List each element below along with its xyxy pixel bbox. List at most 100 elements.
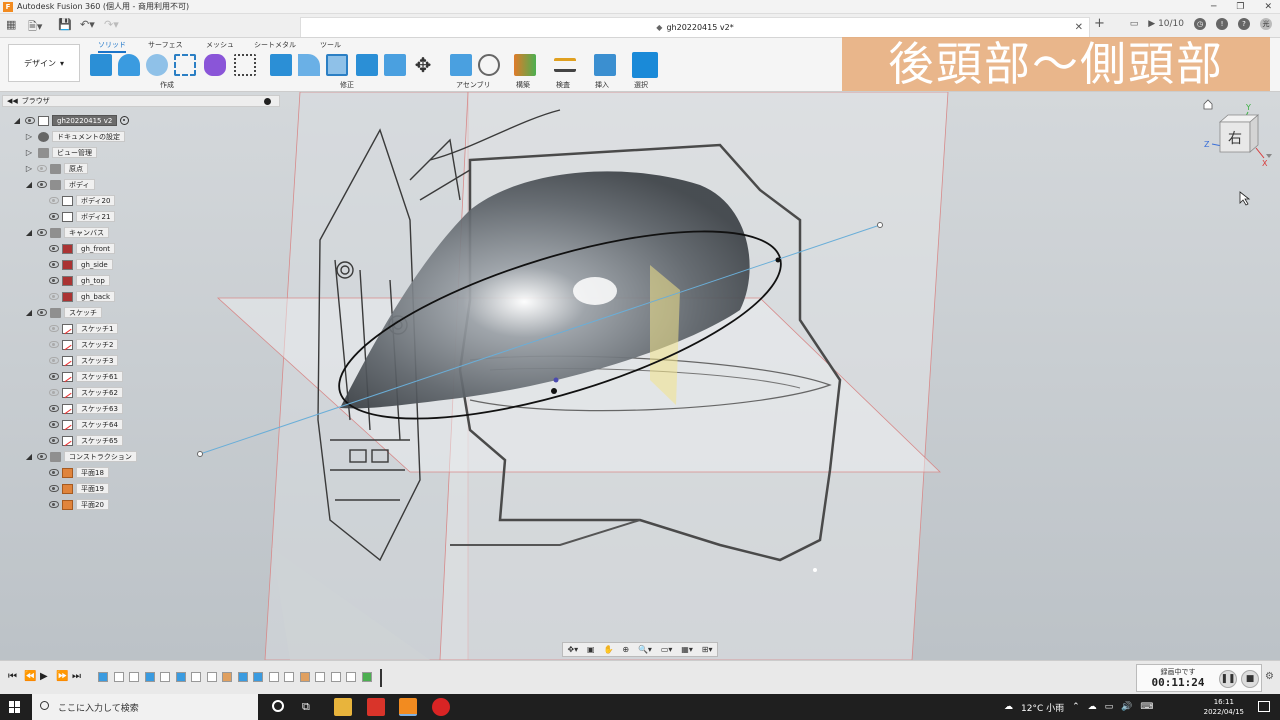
activate-radio-icon[interactable] xyxy=(120,116,130,125)
chat-icon[interactable]: ▭ xyxy=(1130,19,1139,29)
close-tab-icon[interactable]: ✕ xyxy=(1075,22,1083,33)
browser-node-gh-top[interactable]: gh_top xyxy=(46,274,110,287)
timeline-feature-icon[interactable] xyxy=(144,672,155,682)
pan-icon[interactable]: ✋ xyxy=(604,645,614,654)
curve-point[interactable] xyxy=(553,377,559,383)
revolve-icon[interactable] xyxy=(146,54,168,76)
tab-surface[interactable]: サーフェス xyxy=(148,40,183,50)
visibility-eye-icon[interactable] xyxy=(49,341,59,348)
select-icon[interactable] xyxy=(632,52,658,78)
fillet-icon[interactable] xyxy=(298,54,320,76)
undo-icon[interactable]: ↶▾ xyxy=(80,18,95,31)
browser-node-plane18[interactable]: 平面18 xyxy=(46,466,109,479)
viewcube-side-face[interactable] xyxy=(1249,114,1259,153)
taskbar-clock[interactable]: 16:11 2022/04/15 xyxy=(1204,697,1244,717)
expand-toggle-icon[interactable]: ▷ xyxy=(24,132,34,141)
split-icon[interactable] xyxy=(384,54,406,76)
timeline-feature-icon[interactable] xyxy=(222,672,232,682)
browser-pin-icon[interactable] xyxy=(264,98,271,105)
action-center-icon[interactable] xyxy=(1258,701,1270,712)
clock-icon[interactable]: ◷ xyxy=(1194,18,1206,30)
axis-endpoint-end[interactable] xyxy=(877,222,883,228)
document-tab[interactable]: ◆ gh20220415 v2* ✕ xyxy=(300,17,1090,37)
new-component-icon[interactable] xyxy=(90,54,112,76)
office-icon[interactable] xyxy=(367,698,385,716)
timeline-feature-icon[interactable] xyxy=(284,672,294,682)
extrude-icon[interactable] xyxy=(118,54,140,76)
notification-icon[interactable]: ! xyxy=(1216,18,1228,30)
combine-icon[interactable] xyxy=(356,54,378,76)
group-inspect[interactable]: 検査 xyxy=(556,80,570,90)
browser-node-plane20[interactable]: 平面20 xyxy=(46,498,109,511)
visibility-eye-icon[interactable] xyxy=(49,293,59,300)
zoom-window-icon[interactable]: ⊕ xyxy=(622,645,629,654)
visibility-eye-icon[interactable] xyxy=(49,325,59,332)
tray-overflow-icon[interactable]: ⌃ xyxy=(1072,702,1080,712)
expand-toggle-icon[interactable]: ▷ xyxy=(24,164,34,173)
shell-icon[interactable] xyxy=(326,54,348,76)
timeline-feature-icon[interactable] xyxy=(330,672,341,682)
timeline-feature-icon[interactable] xyxy=(299,672,310,682)
timeline-feature-icon[interactable] xyxy=(175,672,186,682)
expand-toggle-icon[interactable]: ◢ xyxy=(12,116,22,125)
browser-node-gh-back[interactable]: gh_back xyxy=(46,290,116,303)
look-at-icon[interactable]: ▣ xyxy=(587,645,595,654)
visibility-eye-icon[interactable] xyxy=(37,181,47,188)
insert-image-icon[interactable] xyxy=(594,54,616,76)
timeline-prev-icon[interactable]: ⏪ xyxy=(24,671,36,682)
viewports-icon[interactable]: ⊞▾ xyxy=(702,645,713,654)
browser-node-canvases[interactable]: ◢ キャンバス xyxy=(24,226,109,239)
pause-recording-button[interactable]: ❚❚ xyxy=(1219,670,1237,688)
home-view-icon[interactable] xyxy=(1203,99,1213,110)
recorder-app-icon[interactable] xyxy=(432,698,450,716)
job-status[interactable]: ▶ 10/10 xyxy=(1148,19,1184,29)
cloud-sync-icon[interactable]: ☁ xyxy=(1088,702,1097,712)
timeline-feature-icon[interactable] xyxy=(253,672,263,682)
file-explorer-icon[interactable] xyxy=(334,698,352,716)
move-icon[interactable]: ✥ xyxy=(412,54,434,76)
zoom-icon[interactable]: 🔍▾ xyxy=(638,645,652,654)
browser-node-gh-front[interactable]: gh_front xyxy=(46,242,116,255)
timeline-feature-icon[interactable] xyxy=(113,672,124,682)
grid-settings-icon[interactable]: ▦▾ xyxy=(681,645,693,654)
browser-node-sketch2[interactable]: スケッチ2 xyxy=(46,338,119,351)
group-insert[interactable]: 挿入 xyxy=(595,80,609,90)
browser-node-body20[interactable]: ボディ20 xyxy=(46,194,116,207)
weather-cloud-icon[interactable]: ☁ xyxy=(1004,702,1013,712)
timeline-feature-icon[interactable] xyxy=(160,672,170,682)
visibility-eye-icon[interactable] xyxy=(49,245,59,252)
keyboard-icon[interactable]: ⌨ xyxy=(1140,702,1153,712)
timeline-feature-icon[interactable] xyxy=(346,672,356,682)
visibility-eye-icon[interactable] xyxy=(49,277,59,284)
group-create[interactable]: 作成 xyxy=(160,80,174,90)
viewcube[interactable]: Y Z X 右 xyxy=(1200,98,1276,168)
group-select[interactable]: 選択 xyxy=(634,80,648,90)
visibility-eye-icon[interactable] xyxy=(37,453,47,460)
visibility-eye-icon[interactable] xyxy=(49,437,59,444)
browser-node-sketch64[interactable]: スケッチ64 xyxy=(46,418,123,431)
expand-toggle-icon[interactable]: ◢ xyxy=(24,180,34,189)
help-icon[interactable]: ? xyxy=(1238,18,1250,30)
viewcube-menu-icon[interactable] xyxy=(1266,154,1272,158)
expand-toggle-icon[interactable]: ◢ xyxy=(24,228,34,237)
browser-node-construction[interactable]: ◢ コンストラクション xyxy=(24,450,137,463)
tab-solid[interactable]: ソリッド xyxy=(98,40,126,53)
collapse-browser-icon[interactable]: ◀◀ xyxy=(7,97,18,105)
visibility-eye-icon[interactable] xyxy=(49,469,59,476)
browser-node-sketch1[interactable]: スケッチ1 xyxy=(46,322,119,335)
curve-point[interactable] xyxy=(775,257,781,263)
taskbar-search[interactable]: ここに入力して検索 xyxy=(32,694,258,720)
timeline-feature-icon[interactable] xyxy=(268,672,279,682)
weather-text[interactable]: 12°C 小雨 xyxy=(1021,701,1064,714)
browser-node-sketch61[interactable]: スケッチ61 xyxy=(46,370,123,383)
group-modify[interactable]: 修正 xyxy=(340,80,354,90)
stop-recording-button[interactable]: ■ xyxy=(1241,670,1259,688)
timeline-feature-icon[interactable] xyxy=(191,672,201,682)
browser-node-bodies[interactable]: ◢ ボディ xyxy=(24,178,95,191)
browser-node-doc-settings[interactable]: ▷ ドキュメントの設定 xyxy=(24,130,125,143)
browser-node-sketches[interactable]: ◢ スケッチ xyxy=(24,306,102,319)
visibility-eye-icon[interactable] xyxy=(49,485,59,492)
browser-node-root[interactable]: ◢ gh20220415 v2 xyxy=(12,114,130,127)
app-grid-icon[interactable]: ▦ xyxy=(6,18,16,31)
visibility-eye-icon[interactable] xyxy=(37,165,47,172)
